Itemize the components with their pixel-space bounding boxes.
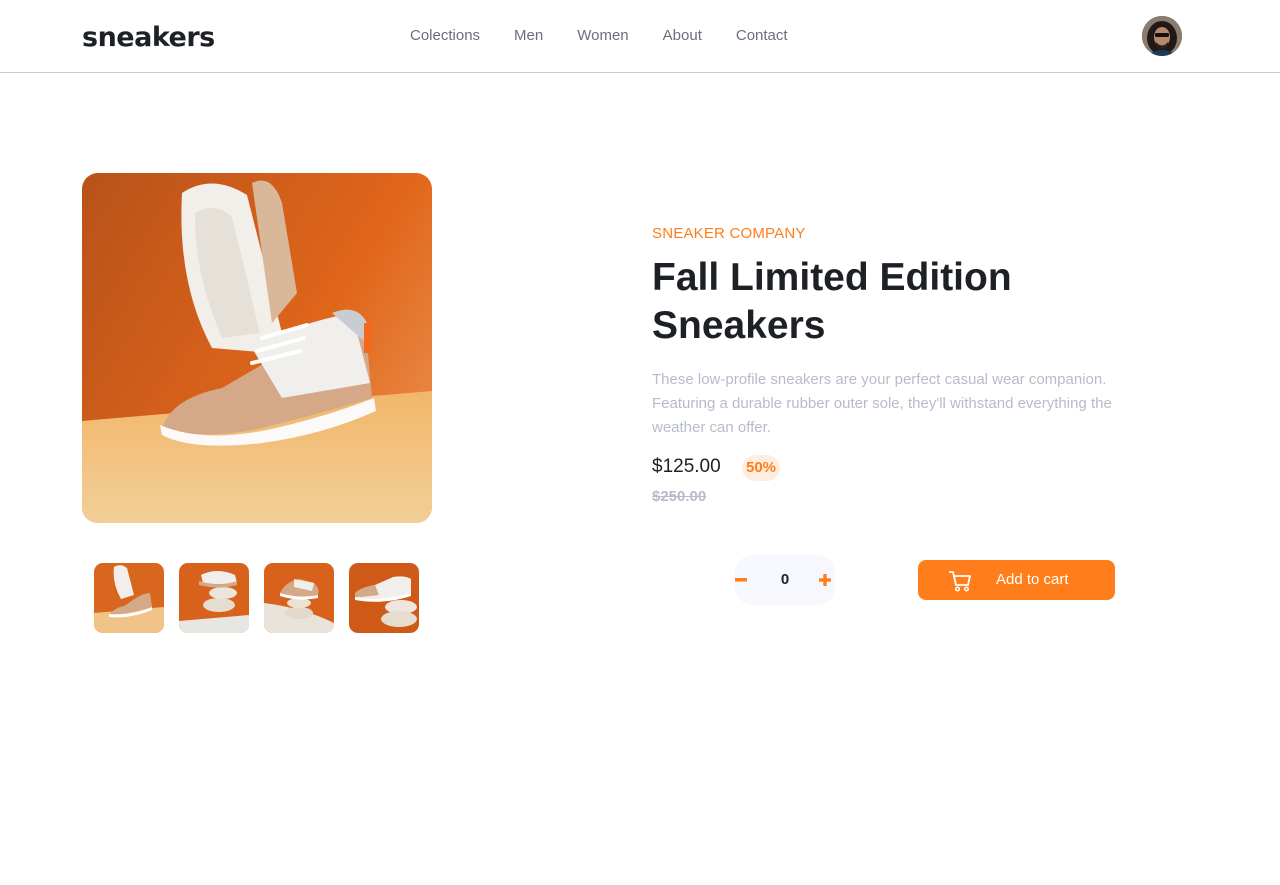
nav-item-about[interactable]: About — [663, 26, 702, 46]
thumbnail-3[interactable] — [264, 563, 334, 633]
cart-icon — [949, 571, 971, 592]
product-thumbnail-3 — [264, 563, 334, 633]
site-header: sneakers Colections Men Women About Cont… — [0, 0, 1280, 73]
product-description: These low-profile sneakers are your perf… — [652, 371, 1112, 436]
nav-item-contact[interactable]: Contact — [736, 26, 788, 46]
product-title: Fall Limited Edition Sneakers — [652, 256, 1012, 347]
add-to-cart-button[interactable]: Add to cart — [918, 560, 1115, 600]
quantity-decrease-button[interactable] — [729, 555, 753, 605]
nav-item-women[interactable]: Women — [577, 26, 628, 46]
add-to-cart-label: Add to cart — [996, 571, 1069, 588]
original-price: $250.00 — [652, 488, 707, 505]
sneaker-photo-main — [82, 173, 432, 523]
product-main-image[interactable] — [82, 173, 432, 523]
thumbnail-1[interactable] — [94, 563, 164, 633]
current-price: $125.00 — [652, 456, 721, 477]
thumbnail-2[interactable] — [179, 563, 249, 633]
quantity-value: 0 — [780, 571, 790, 588]
thumbnail-strip — [94, 563, 419, 633]
logo[interactable]: sneakers — [82, 22, 215, 54]
company-name: SNEAKER COMPANY — [652, 225, 806, 242]
quantity-increase-button[interactable] — [813, 555, 837, 605]
nav-item-men[interactable]: Men — [514, 26, 543, 46]
product-thumbnail-4 — [349, 563, 419, 633]
product-thumbnail-1 — [94, 563, 164, 633]
discount-badge: 50% — [742, 455, 780, 481]
user-avatar-icon[interactable] — [1142, 16, 1182, 56]
product-thumbnail-2 — [179, 563, 249, 633]
thumbnail-4[interactable] — [349, 563, 419, 633]
nav-item-collections[interactable]: Colections — [410, 26, 480, 46]
avatar-image — [1142, 16, 1182, 56]
minus-icon — [735, 578, 747, 582]
quantity-stepper: 0 — [735, 555, 835, 605]
main-nav: Colections Men Women About Contact — [410, 26, 788, 46]
plus-icon — [819, 574, 831, 586]
